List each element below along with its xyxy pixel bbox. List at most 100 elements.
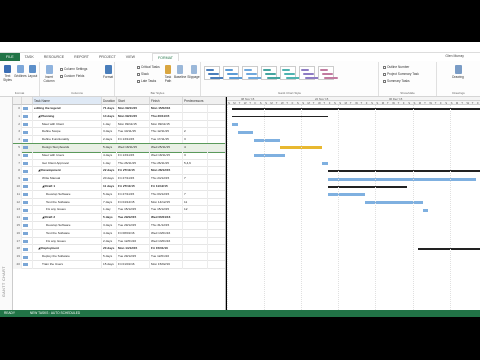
task-predecessors[interactable]: 12 [183,206,208,215]
task-row[interactable]: 16 Test the Software 4 days Fri 08/01/16 Wed… [13,229,225,238]
task-predecessors[interactable]: 3 [183,136,208,144]
user-name[interactable]: Glen Murray [445,54,464,58]
task-start[interactable]: Fri 01/01/16 [117,261,150,269]
header-id[interactable] [13,97,22,105]
row-id[interactable]: 7 [13,159,22,168]
gridlines-button[interactable]: Gridlines [14,65,27,78]
row-id[interactable]: 3 [13,128,22,137]
summary-bar[interactable] [232,115,328,118]
header-start[interactable]: Start [117,97,150,105]
task-start[interactable]: Tue 29/12/15 [117,222,150,230]
task-name[interactable]: Test the Software [33,198,102,207]
task-finish[interactable]: Mon 28/12/15 [150,167,183,176]
task-row[interactable]: 13 Fix any Issues 1 day Tue 15/12/15 Tue 15/… [13,206,225,215]
tab-file[interactable]: FILE [0,53,20,61]
task-start[interactable]: Tue 12/01/16 [117,237,150,246]
late-tasks-checkbox[interactable]: Late Tasks [137,79,156,83]
task-row[interactable]: 20 Train the Users 15 days Fri 01/01/16 Mon … [13,261,225,269]
row-id[interactable]: 17 [13,237,22,246]
row-id[interactable]: 20 [13,261,22,269]
task-finish[interactable]: Mon 15/02/16 [150,105,183,113]
task-duration[interactable]: 14 days [102,112,117,121]
header-predecessors[interactable]: Predecessors [183,97,225,105]
task-finish[interactable]: Thu 03/12/15 [150,190,183,199]
task-bar[interactable] [322,161,328,166]
outline-number-checkbox[interactable]: Outline Number [383,65,409,69]
task-name[interactable]: Develop Software [33,222,102,230]
task-start[interactable]: Tue 15/12/15 [117,206,150,215]
task-finish[interactable]: Fri 11/12/15 [150,183,183,191]
task-row[interactable]: 11 Develop Software 5 days Fri 27/11/15 Thu … [13,190,225,199]
view-bar[interactable]: GANTT CHART [0,97,13,310]
tab-view[interactable]: VIEW [121,53,140,61]
task-duration[interactable]: 5 days [102,253,117,261]
task-predecessors[interactable]: 7 [183,175,208,183]
slack-checkbox[interactable]: Slack [137,72,149,76]
task-start[interactable]: Mon 09/11/15 [117,105,150,113]
task-start[interactable]: Mon 09/11/15 [117,112,150,121]
task-name[interactable]: ◢ Draft 1 [33,183,102,191]
row-id[interactable]: 5 [13,144,22,152]
row-id[interactable]: 13 [13,206,22,215]
task-row[interactable]: 0 editing the legend 71 days Mon 09/11/15 Mo… [13,105,225,113]
task-finish[interactable]: Wed 18/11/15 [150,151,183,160]
task-finish[interactable]: Wed 25/11/15 [150,144,183,152]
task-name[interactable]: ◢ Planning [33,112,102,121]
task-duration[interactable]: 3 days [102,222,117,230]
task-finish[interactable]: Tue 12/01/16 [150,253,183,261]
task-finish[interactable]: Mon 09/11/15 [150,120,183,129]
task-name[interactable]: Meet with Users [33,151,102,160]
task-duration[interactable]: 5 days [102,214,117,222]
task-bar[interactable] [232,122,238,127]
header-task-mode[interactable] [22,97,33,105]
custom-fields-button[interactable]: Custom Fields [60,74,84,78]
task-name[interactable]: Meet with Client [33,120,102,129]
row-id[interactable]: 14 [13,214,22,222]
task-start[interactable]: Tue 10/11/15 [117,128,150,137]
task-duration[interactable]: 15 days [102,261,117,269]
task-duration[interactable]: 5 days [102,144,117,152]
task-start[interactable]: Wed 18/11/15 [117,144,150,152]
critical-tasks-checkbox[interactable]: Critical Tasks [137,65,160,69]
row-id[interactable]: 6 [13,151,22,160]
row-id[interactable]: 4 [13,136,22,144]
task-bar[interactable] [237,130,254,134]
task-name[interactable]: editing the legend [33,105,102,113]
task-start[interactable]: Fri 27/11/15 [117,190,150,199]
task-duration[interactable]: 11 days [102,183,117,191]
task-predecessors[interactable]: 11 [183,198,208,207]
task-predecessors[interactable] [183,167,208,176]
task-row[interactable]: 14 ◢ Draft 25 days Tue 29/12/15 Wed 06/01/1… [13,214,225,222]
gantt-style-swatch[interactable] [242,66,262,80]
task-start[interactable]: Fri 08/01/16 [117,229,150,238]
task-start[interactable]: Tue 29/12/15 [117,214,150,222]
task-predecessors[interactable] [183,253,208,261]
task-duration[interactable]: 1 day [102,159,117,168]
task-finish[interactable]: Thu 26/11/15 [150,159,183,168]
gantt-style-swatch[interactable] [223,66,243,80]
task-predecessors[interactable] [183,222,208,230]
task-name[interactable]: ◢ Draft 2 [33,214,102,222]
text-styles-button[interactable]: Text Styles [2,65,13,82]
task-name[interactable]: Fix any Issues [33,206,102,215]
column-settings-button[interactable]: Column Settings [60,67,87,71]
insert-column-button[interactable]: Insert Column [42,65,56,83]
task-bar[interactable] [423,208,429,212]
task-predecessors[interactable]: 4 [183,144,208,152]
task-name[interactable]: Deploy the Software [33,253,102,261]
summary-bar[interactable] [327,170,480,172]
task-bar[interactable] [327,177,477,181]
row-id[interactable]: 0 [13,105,22,113]
row-id[interactable]: 12 [13,198,22,207]
task-row[interactable]: 2 Meet with Client 1 day Mon 09/11/15 Mon 09… [13,120,225,129]
task-duration[interactable]: 5 days [102,190,117,199]
task-row[interactable]: 18 ◢ Deployment 20 days Mon 14/12/15 Fri 15/… [13,245,225,254]
task-duration[interactable]: 1 day [102,120,117,129]
task-row[interactable]: 6 Meet with Users 4 days Fri 13/11/15 Wed 18… [13,151,225,160]
task-row[interactable]: 9 Write Manual 20 days Fri 27/11/15 Thu 24/1… [13,175,225,183]
task-row[interactable]: 3 Define Scope 3 days Tue 10/11/15 Thu 12/11… [13,128,225,137]
task-predecessors[interactable] [183,214,208,222]
task-name[interactable]: ◢ Development [33,167,102,176]
task-name[interactable]: Test the Software [33,229,102,238]
task-row[interactable]: 17 Fix any Issues 2 days Tue 12/01/16 Wed 13… [13,237,225,246]
